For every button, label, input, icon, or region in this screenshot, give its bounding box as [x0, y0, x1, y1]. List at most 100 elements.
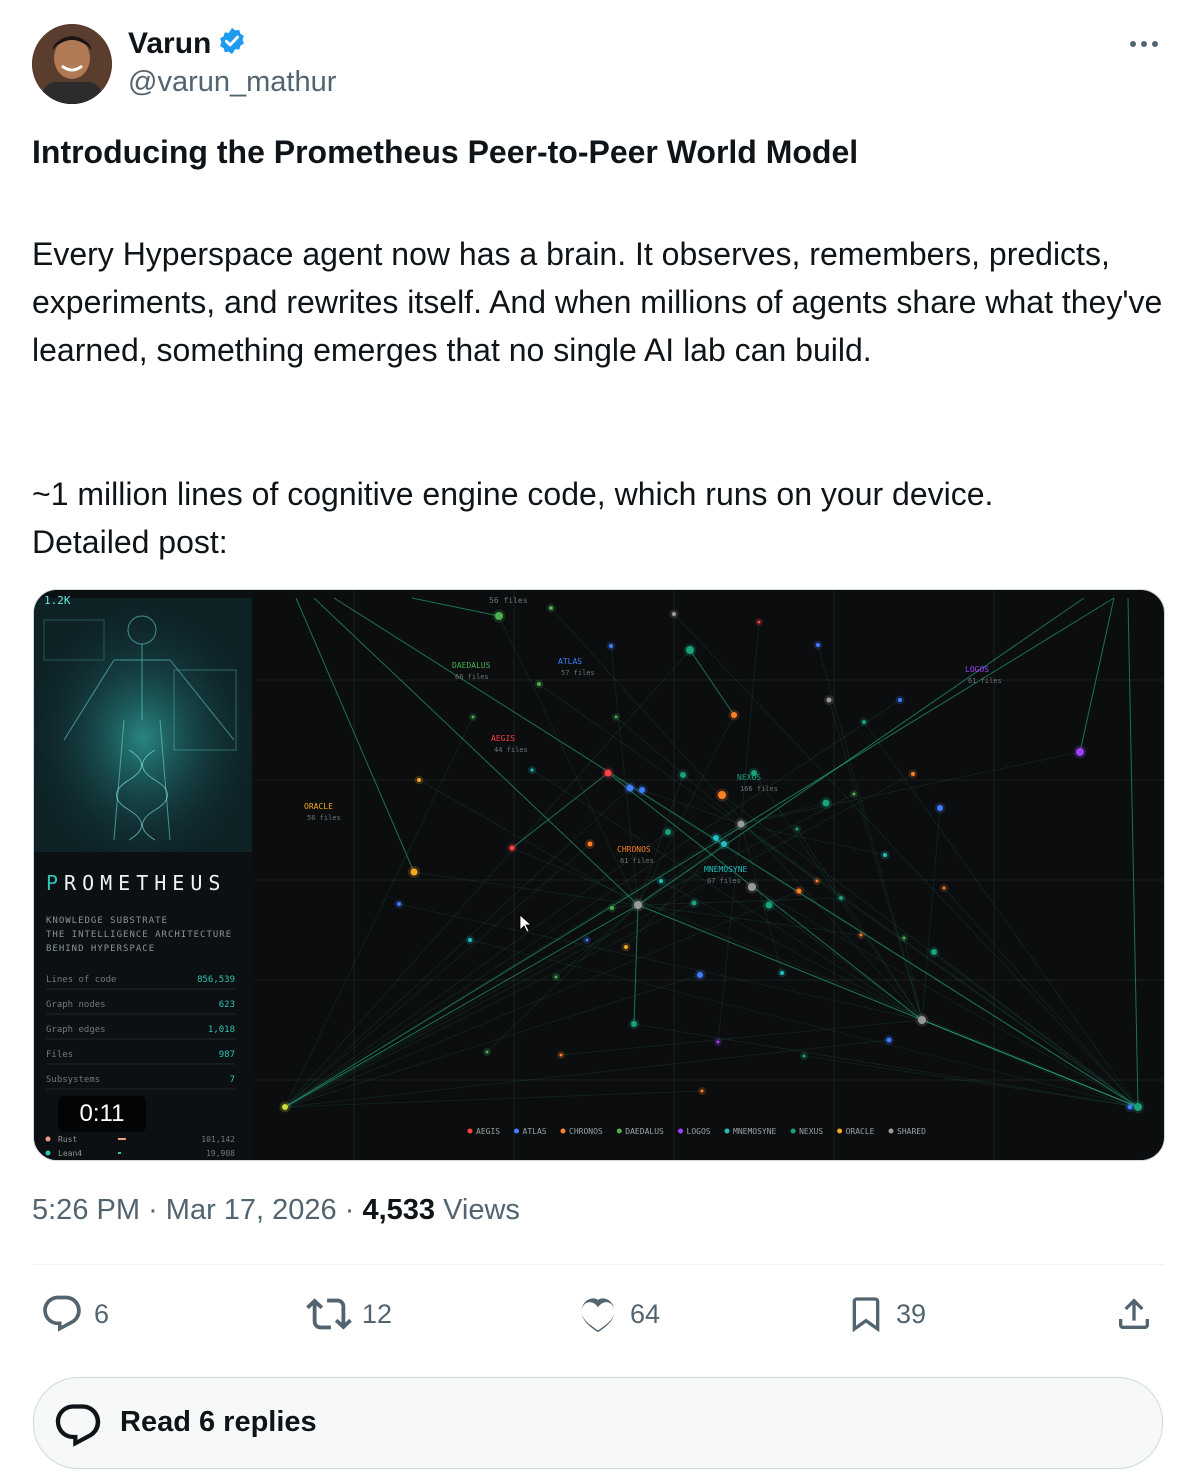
graph-edge	[803, 1055, 1139, 1108]
graph-node	[509, 845, 515, 851]
legend-label: DAEDALUS	[625, 1127, 664, 1136]
cluster-label: MNEMOSYNE	[704, 865, 748, 874]
legend-dot	[560, 1128, 566, 1134]
legend-dot	[790, 1128, 796, 1134]
graph-node	[468, 938, 472, 942]
graph-node	[898, 698, 902, 702]
verified-badge-icon	[217, 26, 247, 61]
stat-label: Graph nodes	[46, 1000, 106, 1010]
graph-edge	[531, 769, 923, 1021]
graph-node	[587, 841, 593, 847]
graph-node	[802, 1054, 806, 1058]
graph-node	[721, 841, 727, 847]
cluster-label: LOGOS	[965, 665, 989, 674]
files-label: 56 files	[489, 596, 528, 605]
graph-edge	[511, 772, 609, 849]
stat-value: 987	[219, 1050, 235, 1060]
graph-node	[626, 784, 634, 792]
tweet-date[interactable]: Mar 17, 2026	[166, 1194, 337, 1226]
share-button[interactable]	[1114, 1290, 1154, 1338]
graph-edge	[933, 951, 1139, 1108]
tweet-meta: 5:26 PM · Mar 17, 2026 · 4,533 Views	[32, 1194, 520, 1226]
bookmark-count: 39	[896, 1298, 927, 1329]
graph-node	[282, 1104, 288, 1110]
graph-node	[826, 697, 832, 703]
graph-node	[1076, 748, 1084, 756]
stat-label: Subsystems	[46, 1075, 100, 1085]
graph-node	[624, 945, 628, 949]
graph-edge	[751, 886, 1139, 1108]
read-replies-button[interactable]: Read 6 replies	[33, 1377, 1163, 1469]
read-replies-label: Read 6 replies	[120, 1406, 317, 1438]
graph-edge	[511, 847, 1139, 1108]
language-bar	[118, 1138, 126, 1140]
cluster-files: 66 files	[455, 673, 489, 681]
video-player[interactable]: 1.2K PROMETHEUS KNOWLEDGE SUBSTRATE THE …	[33, 589, 1165, 1161]
graph-node	[417, 778, 421, 782]
bookmark-icon	[852, 1297, 880, 1333]
graph-node	[549, 606, 553, 610]
graph-edge	[284, 1039, 890, 1108]
graph-edge	[284, 649, 691, 1108]
legend-dot	[616, 1128, 622, 1134]
brand-title: PROMETHEUS	[46, 871, 226, 895]
repost-count: 12	[362, 1298, 393, 1329]
more-options-icon[interactable]	[1124, 30, 1164, 58]
tweet-time[interactable]: 5:26 PM	[32, 1194, 140, 1226]
graph-edge	[284, 902, 695, 1108]
graph-node	[530, 768, 534, 772]
legend-label: MNEMOSYNE	[733, 1127, 777, 1136]
graph-node	[495, 612, 503, 620]
author-name[interactable]: Varun	[128, 27, 211, 61]
cluster-files: 61 files	[968, 677, 1002, 685]
graph-node	[737, 820, 745, 828]
graph-node	[672, 612, 676, 616]
graph-node	[931, 949, 937, 955]
legend-label: LOGOS	[687, 1127, 711, 1136]
author-handle[interactable]: @varun_mathur	[128, 66, 336, 99]
graph-edge	[284, 939, 588, 1108]
like-button[interactable]: 64	[576, 1290, 660, 1338]
graph-node	[631, 1021, 637, 1027]
reply-button[interactable]: 6	[40, 1290, 109, 1338]
graph-edge	[284, 597, 1115, 1108]
legend-label: NEXUS	[799, 1127, 823, 1136]
graph-edge	[740, 621, 760, 825]
cluster-label: ATLAS	[558, 657, 582, 666]
language-name: Lean4	[58, 1149, 82, 1158]
graph-edge	[921, 807, 941, 1021]
views-label: Views	[443, 1194, 520, 1226]
language-bar	[118, 1152, 121, 1154]
graph-edges	[284, 597, 1139, 1108]
graph-node	[410, 868, 418, 876]
graph-node	[471, 715, 475, 719]
graph-node	[1134, 1103, 1142, 1111]
graph-edge	[284, 843, 591, 1108]
language-value: 19,908	[206, 1149, 235, 1158]
repost-icon	[306, 1298, 352, 1330]
language-dot	[45, 1150, 51, 1156]
legend-dot	[678, 1128, 683, 1134]
legend-dot	[467, 1128, 473, 1134]
graph-edge	[637, 843, 725, 906]
graph-node	[659, 879, 663, 883]
cluster-label: AEGIS	[491, 734, 515, 743]
cluster-label: CHRONOS	[617, 845, 651, 854]
graph-node	[680, 772, 686, 778]
graph-edge	[637, 597, 1085, 906]
graph-node	[686, 646, 694, 654]
cursor-icon	[519, 914, 533, 933]
cluster-files: 166 files	[740, 785, 778, 793]
graph-node	[604, 769, 612, 777]
legend-label: CHRONOS	[569, 1127, 603, 1136]
tweet-line: ~1 million lines of cognitive engine cod…	[32, 476, 994, 512]
graph-edge	[615, 716, 742, 825]
graph-edge	[607, 772, 1139, 1108]
graph-edge	[633, 904, 639, 1025]
repost-button[interactable]: 12	[306, 1290, 392, 1338]
stat-value: 7	[230, 1075, 235, 1085]
graph-node	[639, 787, 645, 793]
bookmark-button[interactable]: 39	[846, 1290, 926, 1338]
graph-edge	[828, 699, 923, 1021]
avatar[interactable]	[32, 24, 112, 104]
